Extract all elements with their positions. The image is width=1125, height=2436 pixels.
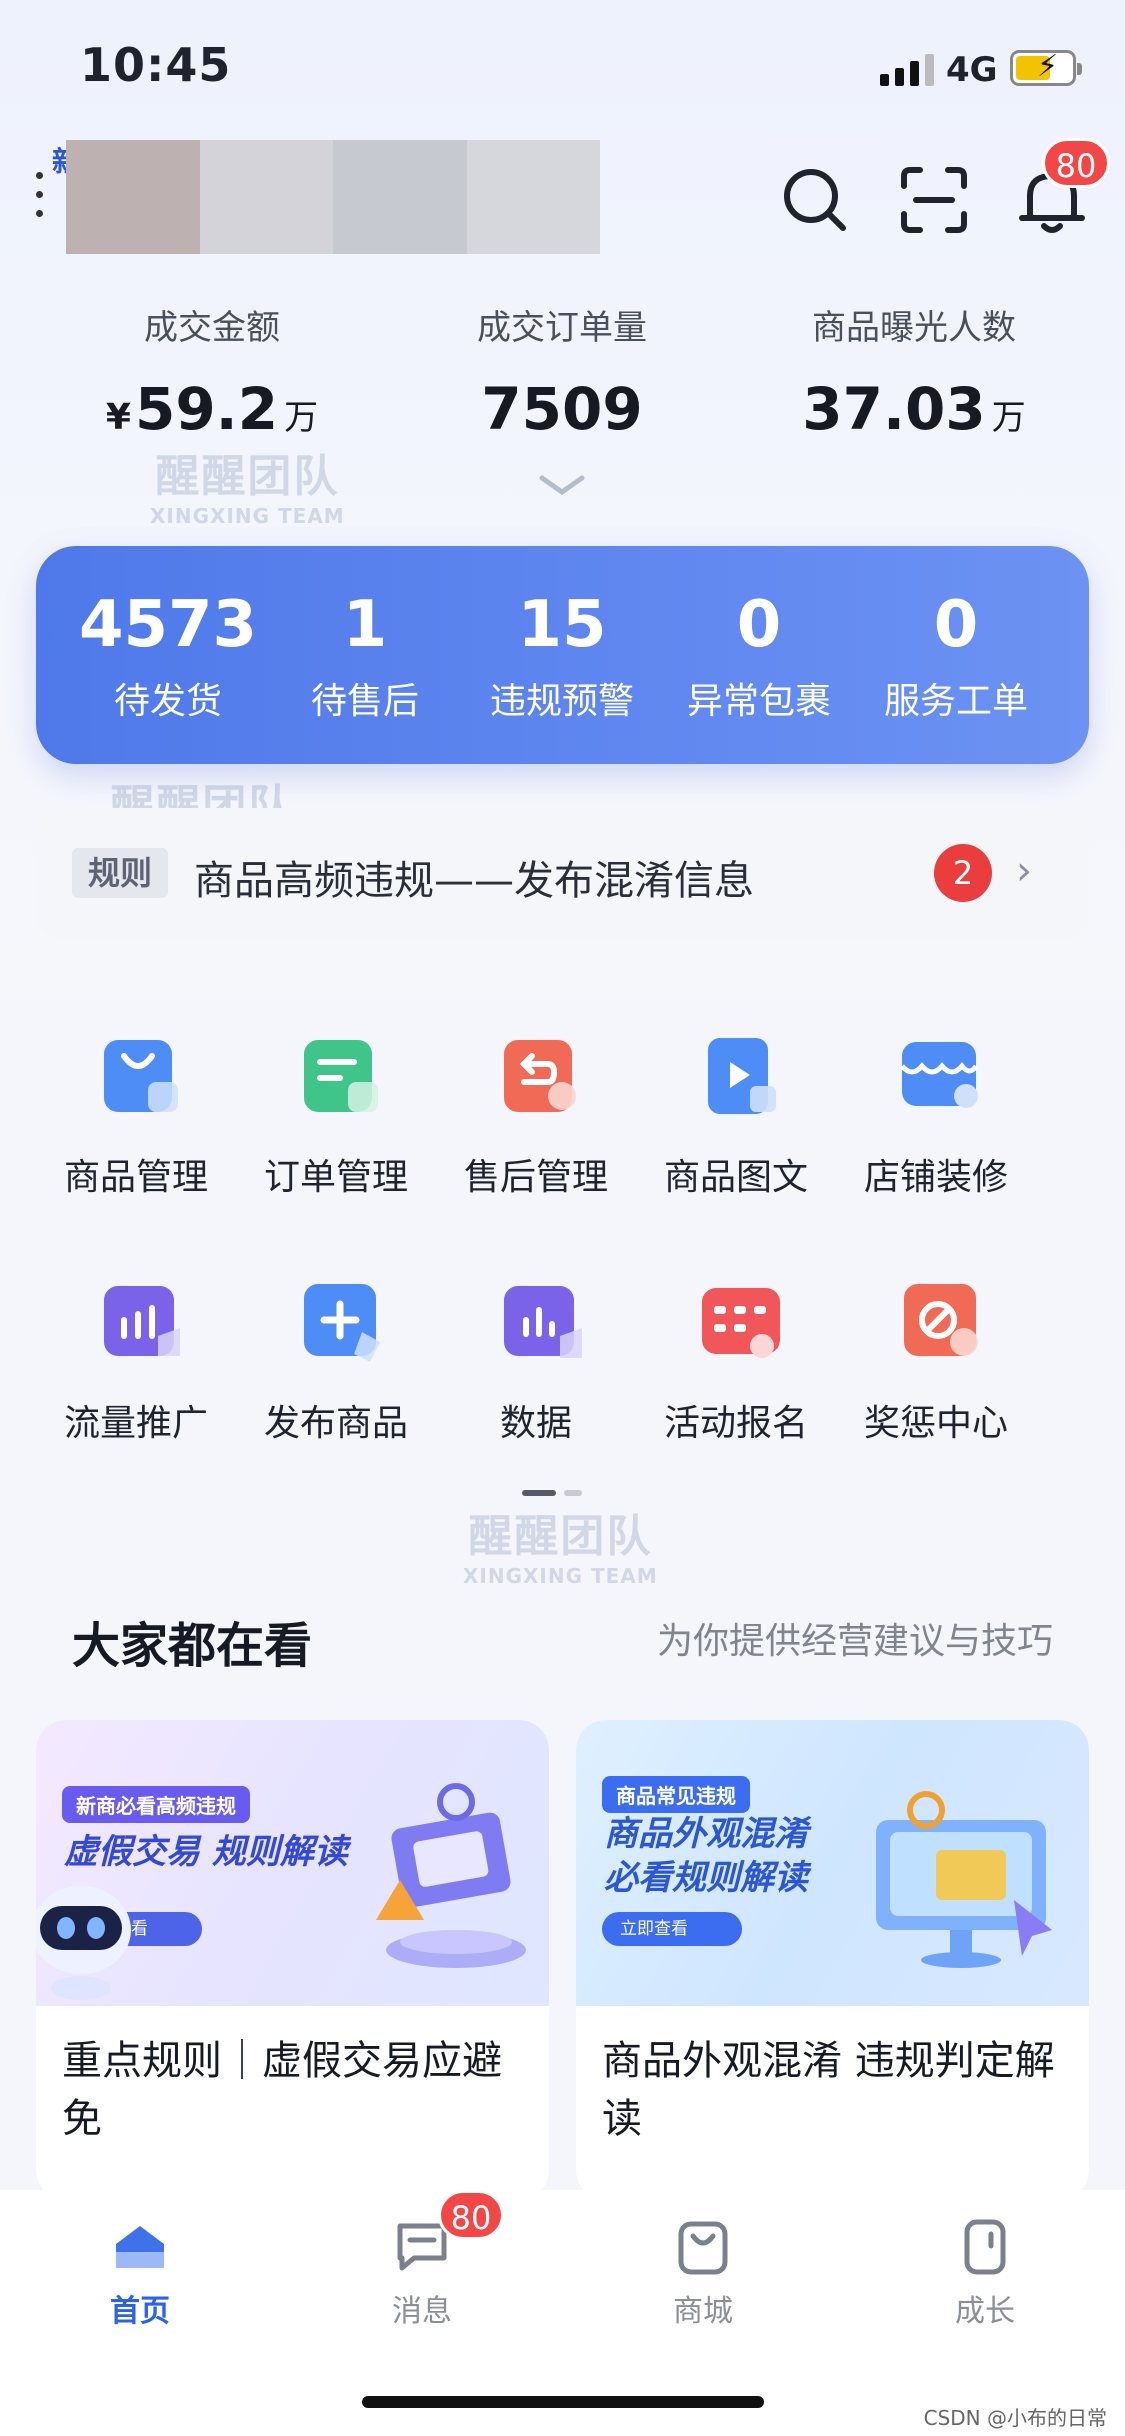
stat-label: 成交金额 <box>144 308 280 348</box>
chart-icon <box>504 1286 582 1358</box>
rule-notice-text: 商品高频违规——发布混淆信息 <box>194 858 754 904</box>
bag-icon <box>104 1040 178 1112</box>
view-now-button[interactable]: 立即查看 <box>602 1912 742 1946</box>
notification-badge: 80 <box>1042 138 1110 188</box>
watermark: 醒醒团队XINGXING TEAM <box>463 1511 658 1588</box>
rule-tag: 规则 <box>72 848 168 898</box>
network-label: 4G <box>946 50 998 90</box>
more-menu-icon[interactable] <box>36 172 43 217</box>
chevron-right-icon: › <box>1016 848 1032 894</box>
section-subtitle: 为你提供经营建议与技巧 <box>656 1621 1053 1662</box>
todo-after-sale[interactable]: 1 待售后 <box>265 588 465 724</box>
ban-icon <box>904 1284 978 1356</box>
store-name-redacted[interactable] <box>66 140 600 254</box>
traffic-icon <box>104 1286 180 1356</box>
robot-mascot-icon <box>36 1886 131 2000</box>
status-time: 10:45 <box>80 38 232 92</box>
todo-violation-warning[interactable]: 15 违规预警 <box>462 588 662 724</box>
notice-count-badge: 2 <box>934 844 992 902</box>
home-indicator <box>362 2396 764 2408</box>
stat-orders[interactable]: 成交订单量 7509 <box>412 300 712 443</box>
section-title: 大家都在看 <box>72 1618 313 1674</box>
plus-icon <box>304 1284 380 1362</box>
feed-card[interactable]: 新商必看高频违规 虚假交易 规则解读 立即查看 重点规则｜虚假交易应避免 <box>36 1720 549 2200</box>
stat-value: 7509 <box>481 375 643 443</box>
order-icon <box>304 1040 378 1112</box>
stat-value: ¥59.2 万 <box>105 375 319 443</box>
feed-card-title: 商品外观混淆 违规判定解读 <box>602 2038 1055 2142</box>
source-credit: CSDN @小布的日常 <box>923 2406 1107 2430</box>
chevron-down-icon[interactable] <box>538 470 586 500</box>
mall-icon <box>678 2221 728 2275</box>
monitor-illustration-icon <box>876 1791 1052 1968</box>
stat-gmv[interactable]: 成交金额 ¥59.2 万 <box>62 300 362 443</box>
stat-exposure[interactable]: 商品曝光人数 37.03 万 <box>764 300 1064 443</box>
battery-icon: ⚡ <box>1010 49 1082 86</box>
feed-banner: 新商必看高频违规 虚假交易 规则解读 立即查看 <box>36 1720 549 2006</box>
video-icon <box>708 1038 776 1114</box>
search-icon[interactable] <box>775 160 855 240</box>
stat-value: 37.03 万 <box>802 375 1026 443</box>
scan-icon[interactable] <box>894 160 974 240</box>
todo-abnormal-package[interactable]: 0 异常包裹 <box>659 588 859 724</box>
grid-page-indicator <box>522 1490 582 1496</box>
feed-banner: 商品常见违规 商品外观混淆 必看规则解读 立即查看 <box>576 1720 1089 2006</box>
message-count-badge: 80 <box>438 2190 504 2240</box>
calendar-icon <box>702 1288 780 1358</box>
stat-label: 商品曝光人数 <box>812 308 1016 348</box>
todo-pending-shipment[interactable]: 4573 待发货 <box>68 588 268 724</box>
todo-service-ticket[interactable]: 0 服务工单 <box>856 588 1056 724</box>
sales-stats: 成交金额 ¥59.2 万 成交订单量 7509 商品曝光人数 37.03 万 <box>0 300 1125 460</box>
feed-card-title: 重点规则｜虚假交易应避免 <box>62 2038 502 2142</box>
feed-card[interactable]: 商品常见违规 商品外观混淆 必看规则解读 立即查看 商品外观混淆 违规判定解读 <box>576 1720 1089 2200</box>
signal-icon <box>880 52 934 86</box>
todo-summary-card: 4573 待发货 1 待售后 15 违规预警 0 异常包裹 0 服务工单 <box>36 546 1089 764</box>
rule-notice-bar[interactable]: 规则 商品高频违规——发布混淆信息 2 › <box>36 808 1089 938</box>
growth-icon <box>964 2219 1006 2275</box>
top-header: 新 <box>0 130 1125 270</box>
status-bar: 10:45 4G ⚡ <box>0 0 1125 130</box>
stat-label: 成交订单量 <box>477 308 647 348</box>
shop-icon <box>900 1042 979 1108</box>
watermark: 醒醒团队XINGXING TEAM <box>150 451 345 528</box>
false-trade-illustration-icon <box>376 1783 526 1968</box>
home-icon <box>116 2226 164 2268</box>
return-icon <box>504 1040 576 1112</box>
